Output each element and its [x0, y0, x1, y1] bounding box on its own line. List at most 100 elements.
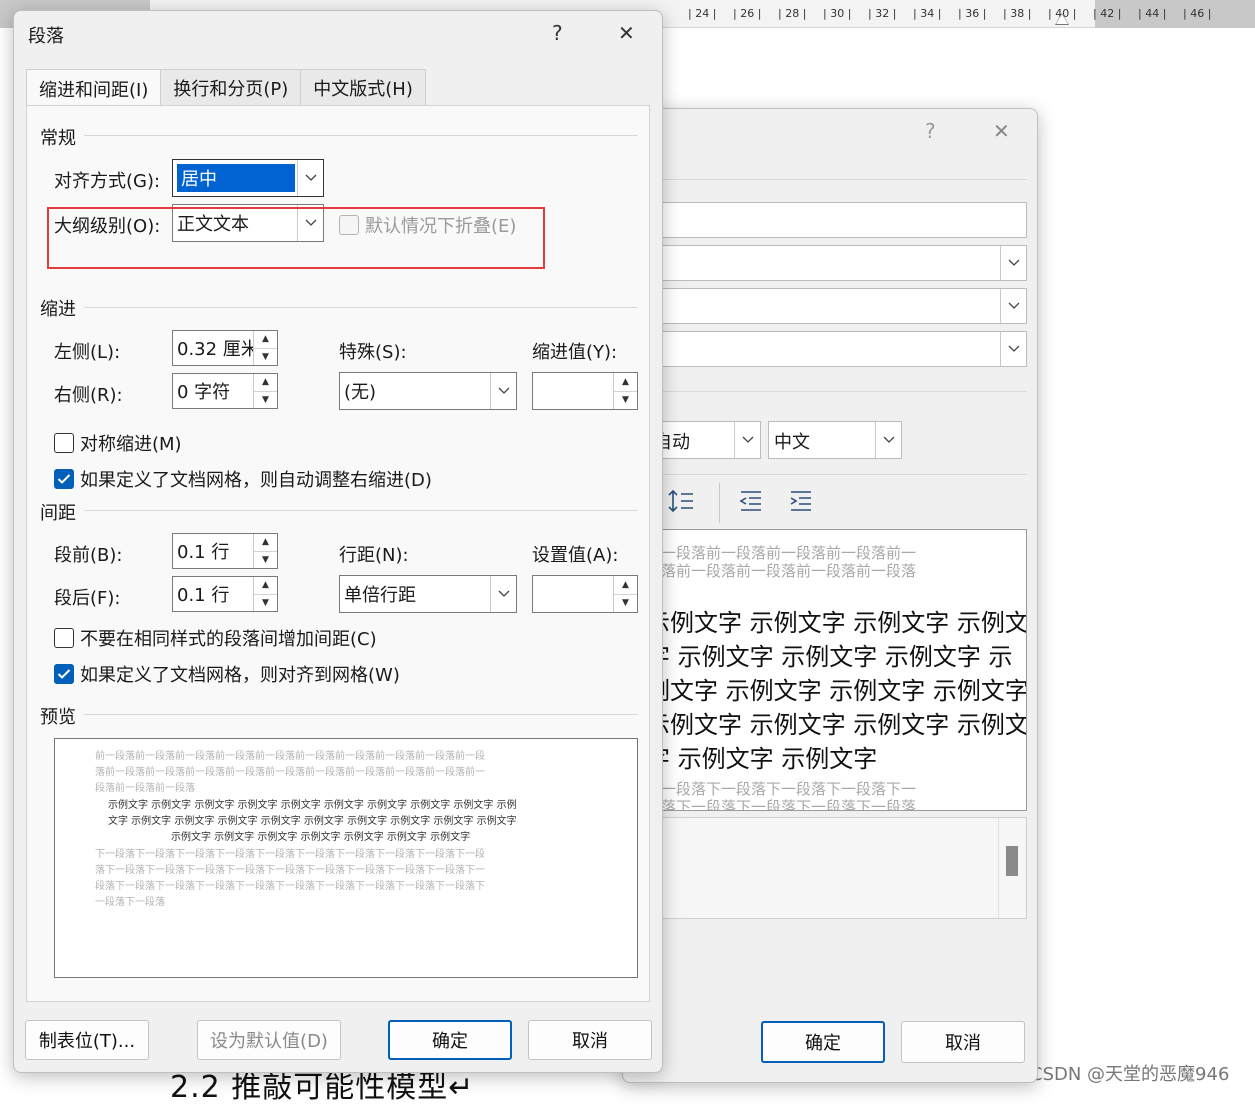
- spin-up-icon[interactable]: ▲: [254, 331, 277, 348]
- combo-language[interactable]: 中文: [768, 421, 902, 459]
- ruler-number: | 36 |: [958, 7, 987, 20]
- dialog-title: 段落: [28, 26, 64, 47]
- ruler-number: | 42 |: [1093, 7, 1122, 20]
- chevron-down-icon: [734, 422, 760, 458]
- preview-line: 段落下一段落下一段落下一段落下一段落: [653, 798, 917, 811]
- spinner-buttons[interactable]: ▲ ▼: [253, 331, 277, 365]
- checkmark-icon: [54, 469, 74, 489]
- preview-line: 示例文字 示例文字 示例文字 示例文: [653, 609, 1027, 637]
- close-button[interactable]: ✕: [993, 119, 1010, 143]
- set-default-button[interactable]: 设为默认值(D): [197, 1020, 341, 1060]
- line-spacing-at-spinner[interactable]: ▲ ▼: [532, 575, 638, 613]
- ok-button[interactable]: 确定: [388, 1020, 512, 1060]
- tabs-button[interactable]: 制表位(T)...: [25, 1020, 149, 1060]
- spin-down-icon[interactable]: ▼: [254, 593, 277, 612]
- snap-to-grid-checkbox[interactable]: 如果定义了文档网格，则对齐到网格(W): [54, 661, 400, 687]
- ruler-number: | 34 |: [913, 7, 942, 20]
- ruler-number: | 32 |: [868, 7, 897, 20]
- chevron-down-icon: [297, 160, 323, 196]
- spin-up-icon[interactable]: ▲: [614, 576, 637, 594]
- watermark-text: CSDN @天堂的恶魔946: [1030, 1064, 1230, 1085]
- alignment-dropdown[interactable]: 居中: [172, 159, 324, 197]
- dropdown[interactable]: [653, 245, 1027, 281]
- spinner-buttons[interactable]: ▲ ▼: [253, 577, 277, 611]
- text-field[interactable]: [653, 202, 1027, 238]
- preview-line: 字 示例文字 示例文字 示例文字 示: [653, 643, 1013, 671]
- cancel-button[interactable]: 取消: [528, 1020, 652, 1060]
- section-preview: 预览: [40, 707, 76, 728]
- indent-by-spinner[interactable]: ▲ ▼: [532, 372, 638, 410]
- checkbox-box: [54, 628, 74, 648]
- decrease-indent-icon[interactable]: [737, 489, 765, 513]
- divider: [653, 391, 1027, 392]
- dropdown[interactable]: [653, 331, 1027, 367]
- spin-down-icon[interactable]: ▼: [254, 347, 277, 366]
- chevron-down-icon: [490, 576, 516, 612]
- divider: [84, 135, 638, 136]
- spin-up-icon[interactable]: ▲: [614, 373, 637, 391]
- ruler-number: | 46 |: [1183, 7, 1212, 20]
- right-indent-marker-fill: [1056, 14, 1068, 24]
- spacing-before-spinner[interactable]: 0.1 行 ▲ ▼: [172, 533, 278, 569]
- spin-up-icon[interactable]: ▲: [254, 577, 277, 594]
- spin-up-icon[interactable]: ▲: [254, 534, 277, 551]
- indent-by-label: 缩进值(Y):: [532, 342, 618, 363]
- right-indent-spinner[interactable]: 0 字符 ▲ ▼: [172, 373, 278, 409]
- special-indent-dropdown[interactable]: (无): [339, 372, 517, 410]
- spinner-buttons[interactable]: ▲ ▼: [253, 534, 277, 568]
- close-button[interactable]: ✕: [618, 21, 635, 45]
- preview-line: 示例文字 示例文字 示例文字 示例文字 示例文字 示例文字 示例文字: [171, 832, 471, 843]
- mirror-indents-checkbox[interactable]: 对称缩进(M): [54, 430, 182, 456]
- preview-line: 下一段落下一段落下一段落下一段落下一: [653, 780, 917, 798]
- cancel-button[interactable]: 取消: [901, 1021, 1025, 1063]
- spacing-after-spinner[interactable]: 0.1 行 ▲ ▼: [172, 576, 278, 612]
- auto-adjust-indent-checkbox[interactable]: 如果定义了文档网格，则自动调整右缩进(D): [54, 466, 432, 492]
- spin-down-icon[interactable]: ▼: [254, 550, 277, 569]
- spin-down-icon[interactable]: ▼: [614, 390, 637, 410]
- increase-indent-icon[interactable]: [787, 489, 815, 513]
- divider: [653, 474, 1027, 475]
- no-space-same-style-checkbox[interactable]: 不要在相同样式的段落间增加间距(C): [54, 625, 377, 651]
- preview-after-text: 下一段落下一段落下一段落下一段落下一 段落下一段落下一段落下一段落下一段落: [653, 780, 917, 811]
- snap-to-grid-label: 如果定义了文档网格，则对齐到网格(W): [80, 665, 400, 686]
- combo-language-value: 中文: [774, 432, 810, 453]
- spinner-buttons[interactable]: ▲ ▼: [253, 374, 277, 408]
- combo-auto[interactable]: 自动: [653, 421, 761, 459]
- help-button[interactable]: ?: [925, 119, 936, 143]
- spinner-buttons[interactable]: ▲ ▼: [613, 373, 637, 409]
- ok-button[interactable]: 确定: [761, 1021, 885, 1063]
- line-spacing-value: 单倍行距: [344, 585, 416, 606]
- tab-line-page-breaks[interactable]: 换行和分页(P): [160, 69, 302, 105]
- highlight-box: [47, 207, 545, 269]
- preview-line: 落下一段落下一段落下一段落下一段落下一段落下一段落下一段落下一段落下一段落下一: [95, 865, 485, 876]
- special-indent-value: (无): [344, 382, 377, 403]
- help-button[interactable]: ?: [552, 21, 563, 45]
- preview-line: 字 示例文字 示例文字: [653, 745, 878, 773]
- special-indent-label: 特殊(S):: [339, 342, 407, 363]
- scrollbar-thumb[interactable]: [1006, 846, 1018, 876]
- alignment-value: 居中: [177, 164, 295, 192]
- preview-line: 前一段落前一段落前一段落前一段落前一: [653, 544, 917, 562]
- line-spacing-dropdown[interactable]: 单倍行距: [339, 575, 517, 613]
- preview-line: 例文字 示例文字 示例文字 示例文字: [653, 677, 1027, 705]
- checkmark-icon: [54, 664, 74, 684]
- left-indent-spinner[interactable]: 0.32 厘米 ▲ ▼: [172, 330, 278, 366]
- dropdown[interactable]: [653, 288, 1027, 324]
- tab-indents-spacing[interactable]: 缩进和间距(I): [26, 69, 162, 107]
- ruler-number: | 24 |: [688, 7, 717, 20]
- spacing-after-label: 段后(F):: [54, 588, 121, 609]
- spacing-icon[interactable]: [667, 489, 695, 513]
- scrollbar[interactable]: [998, 818, 1026, 918]
- preview-line: 示例文字 示例文字 示例文字 示例文字 示例文字 示例文字 示例文字 示例文字 …: [108, 800, 517, 811]
- tab-asian-typography[interactable]: 中文版式(H): [300, 69, 426, 105]
- preview-line: 落前一段落前一段落前一段落前一段落前一段落前一段落前一段落前一段落前一段落前一: [95, 767, 485, 778]
- spin-down-icon[interactable]: ▼: [614, 593, 637, 613]
- section-spacing: 间距: [40, 503, 76, 524]
- tab-bar: 缩进和间距(I) 换行和分页(P) 中文版式(H): [26, 69, 426, 107]
- preview-before-text: 前一段落前一段落前一段落前一段落前一 段落前一段落前一段落前一段落前一段落: [653, 544, 917, 580]
- checkbox-box: [54, 433, 74, 453]
- spin-down-icon[interactable]: ▼: [254, 390, 277, 409]
- spacing-before-label: 段前(B):: [54, 545, 123, 566]
- spin-up-icon[interactable]: ▲: [254, 374, 277, 391]
- spinner-buttons[interactable]: ▲ ▼: [613, 576, 637, 612]
